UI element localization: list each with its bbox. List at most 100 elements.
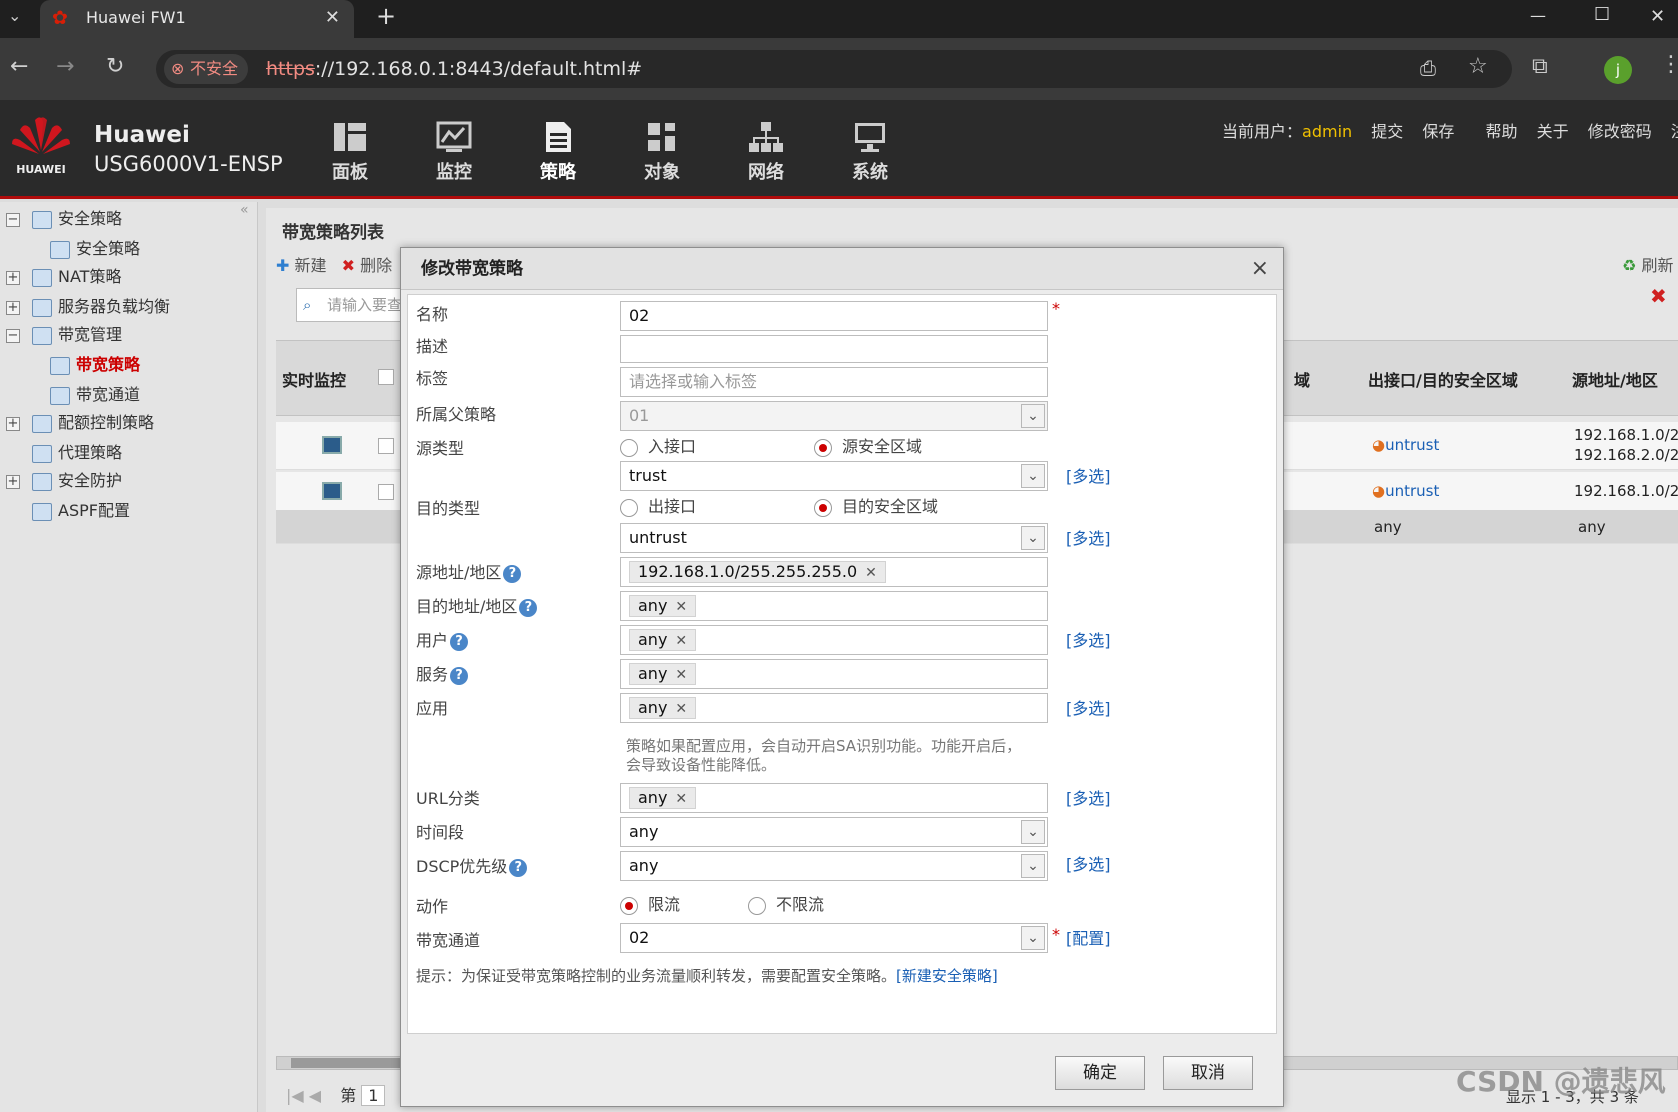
column-header-monitor[interactable]: 实时监控 [282,367,346,391]
new-security-policy-link[interactable]: [新建安全策略] [896,967,998,985]
configure-channel-link[interactable]: [配置] [1066,925,1111,949]
realtime-monitor-icon[interactable] [322,436,342,454]
help-icon[interactable]: ? [450,666,469,685]
dscp-select[interactable]: any ⌄ [620,851,1048,881]
forward-icon[interactable]: → [56,52,74,82]
source-zone-select[interactable]: trust ⌄ [620,461,1048,491]
sidebar-item-nat-policy[interactable]: + NAT策略 [6,264,121,290]
collapse-sidebar-icon[interactable]: « [240,202,249,218]
first-page-icon[interactable]: |◀ ◀ [286,1086,321,1105]
name-input[interactable]: 02 [620,301,1048,331]
ok-button[interactable]: 确定 [1055,1056,1145,1090]
help-icon[interactable]: ? [503,564,522,583]
select-all-checkbox[interactable] [378,369,394,385]
sidebar-item-quota-policy[interactable]: + 配额控制策略 [6,410,154,436]
user-input[interactable]: any ✕ [620,625,1048,655]
column-header-zone[interactable]: 域 [1294,367,1310,391]
dest-type-zone-radio[interactable]: 目的安全区域 [814,493,938,517]
dest-zone-multiselect-link[interactable]: [多选] [1066,525,1111,549]
sidebar-item-aspf[interactable]: ASPF配置 [32,498,130,524]
help-icon[interactable]: ? [450,632,469,651]
cancel-button[interactable]: 取消 [1163,1056,1253,1090]
dest-zone-select[interactable]: untrust ⌄ [620,523,1048,553]
change-password-link[interactable]: 修改密码 [1588,122,1652,141]
remove-tag-icon[interactable]: ✕ [675,633,687,649]
url-multiselect-link[interactable]: [多选] [1066,785,1111,809]
sidebar-item-proxy-policy[interactable]: 代理策略 [32,440,122,466]
user-multiselect-link[interactable]: [多选] [1066,627,1111,651]
help-icon[interactable]: ? [519,598,538,617]
about-link[interactable]: 关于 [1537,122,1569,141]
remove-tag-icon[interactable]: ✕ [865,565,877,581]
extensions-icon[interactable]: ⧉ [1532,54,1548,79]
bookmark-star-icon[interactable]: ☆ [1468,54,1488,79]
page-input[interactable]: 1 [361,1085,386,1106]
remove-tag-icon[interactable]: ✕ [675,599,687,615]
help-icon[interactable]: ? [509,858,528,877]
service-input[interactable]: any ✕ [620,659,1048,689]
dialog-close-button[interactable]: × [1251,248,1269,290]
sidebar-item-bandwidth-channel[interactable]: 带宽通道 [50,382,140,408]
source-address-input[interactable]: 192.168.1.0/255.255.255.0 ✕ [620,557,1048,587]
application-input[interactable]: any ✕ [620,693,1048,723]
delete-button[interactable]: ✖ 删除 [342,256,393,275]
close-tab-icon[interactable]: ✕ [325,0,340,36]
remove-tag-icon[interactable]: ✕ [675,791,687,807]
dscp-multiselect-link[interactable]: [多选] [1066,851,1111,875]
action-nolimit-radio[interactable]: 不限流 [748,891,824,915]
new-tab-button[interactable]: + [376,2,396,30]
column-header-egress[interactable]: 出接口/目的安全区域 [1368,367,1518,391]
sidebar-item-security-policy-child[interactable]: 安全策略 [50,236,140,262]
sidebar-item-security-policy[interactable]: − 安全策略 [6,206,122,232]
remove-tag-icon[interactable]: ✕ [675,701,687,717]
expand-icon[interactable]: + [6,474,20,489]
description-input[interactable] [620,335,1048,363]
source-type-ingress-radio[interactable]: 入接口 [620,433,696,457]
insecure-badge[interactable]: 不安全 [164,54,249,84]
chevron-down-icon[interactable]: ⌄ [1021,526,1045,550]
address-bar[interactable]: 不安全 https://192.168.0.1:8443/default.htm… [156,50,1512,88]
row-checkbox[interactable] [378,438,394,454]
help-link[interactable]: 帮助 [1485,122,1517,141]
chevron-down-icon[interactable]: ⌄ [1021,820,1045,844]
browser-tab[interactable]: ✿ Huawei FW1 ✕ [40,0,354,38]
close-window-button[interactable]: ✕ [1650,6,1665,27]
scroll-thumb[interactable] [291,1058,411,1068]
profile-avatar[interactable]: j [1604,56,1632,84]
expand-icon[interactable]: + [6,416,20,431]
source-type-zone-radio[interactable]: 源安全区域 [814,433,922,457]
application-multiselect-link[interactable]: [多选] [1066,695,1111,719]
column-header-source[interactable]: 源地址/地区 [1572,367,1658,391]
url-text[interactable]: https://192.168.0.1:8443/default.html# [266,50,642,88]
collapse-icon[interactable]: − [6,212,20,227]
nav-monitor[interactable]: 监控 [414,120,494,190]
reload-icon[interactable]: ↻ [106,52,124,82]
clear-filter-icon[interactable]: ✖ [1650,284,1667,308]
expand-icon[interactable]: + [6,270,20,285]
time-range-select[interactable]: any ⌄ [620,817,1048,847]
new-button[interactable]: ✚ 新建 [276,256,327,275]
sidebar-item-bandwidth-mgmt[interactable]: − 带宽管理 [6,322,122,348]
expand-icon[interactable]: + [6,300,20,315]
back-icon[interactable]: ← [10,52,28,82]
remove-tag-icon[interactable]: ✕ [675,667,687,683]
translate-icon[interactable]: ⎙ [1420,56,1436,80]
nav-network[interactable]: 网络 [726,120,806,190]
action-limit-radio[interactable]: 限流 [620,891,680,915]
logout-link[interactable]: 注销 [1671,122,1678,141]
nav-policy[interactable]: 策略 [518,120,598,190]
source-zone-multiselect-link[interactable]: [多选] [1066,463,1111,487]
browser-menu-icon[interactable]: ⋮ [1660,52,1678,77]
refresh-button[interactable]: ♻ 刷新 [1622,252,1673,276]
tag-input[interactable]: 请选择或输入标签 [620,367,1048,397]
sidebar-item-server-lb[interactable]: + 服务器负载均衡 [6,294,170,320]
submit-link[interactable]: 提交 [1371,122,1403,141]
minimize-button[interactable]: — [1530,6,1546,25]
search-input[interactable]: ⌕ 请输入要查 [296,288,416,322]
nav-object[interactable]: 对象 [622,120,702,190]
realtime-monitor-icon[interactable] [322,482,342,500]
sidebar-item-bandwidth-policy[interactable]: 带宽策略 [50,352,140,378]
maximize-button[interactable]: ☐ [1594,4,1610,25]
nav-dashboard[interactable]: 面板 [310,120,390,190]
bandwidth-channel-select[interactable]: 02 ⌄ [620,923,1048,953]
